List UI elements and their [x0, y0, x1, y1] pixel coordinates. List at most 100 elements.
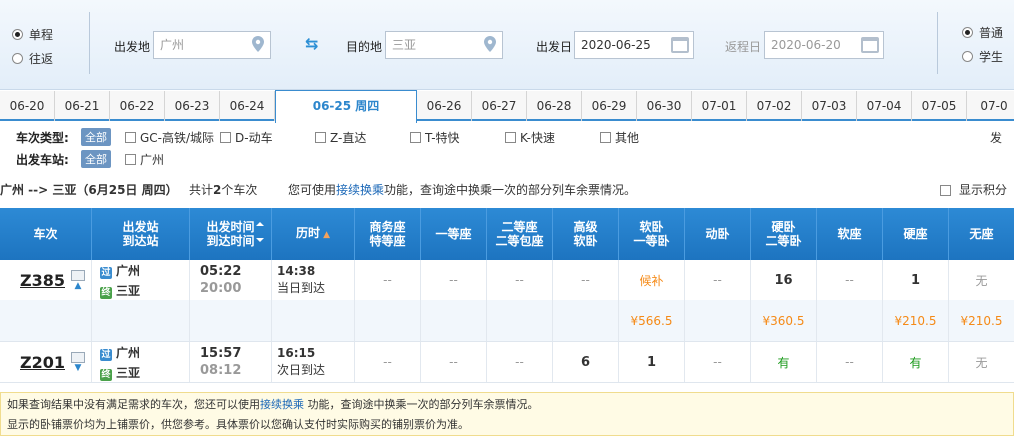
seat-price: ¥566.5 [630, 313, 673, 328]
date-tab[interactable]: 06-20 [0, 91, 55, 121]
price-cell [421, 300, 487, 341]
col-hardseat: 硬座 [883, 208, 949, 260]
seat-availability: -- [383, 273, 392, 287]
notice-line-2: 显示的卧铺票价均为上铺票价，供您参考。具体票价以您确认支付时实际购买的铺别票价为… [7, 418, 469, 431]
date-tab[interactable]: 06-25 周四 [275, 90, 417, 123]
train-type-filter[interactable]: T-特快 [410, 129, 460, 146]
trip-oneway-radio[interactable]: 单程 [12, 26, 53, 43]
seat-cell-first: -- [421, 260, 487, 300]
date-tab[interactable]: 07-0 [967, 91, 1014, 121]
radio-checked-icon [12, 29, 23, 40]
passenger-student-label: 学生 [979, 50, 1004, 64]
seat-cell-softsleep[interactable]: 1 [619, 342, 685, 382]
train-type-filter[interactable]: Z-直达 [315, 129, 366, 146]
seat-cell-softsleep[interactable]: 候补 [619, 260, 685, 300]
passenger-normal-label: 普通 [979, 26, 1004, 40]
col-business: 商务座 特等座 [355, 208, 421, 260]
duration-cell: 14:38 当日到达 [272, 260, 355, 300]
calendar-icon[interactable] [671, 37, 689, 53]
train-type-filter[interactable]: K-快速 [505, 129, 555, 146]
col-highsoft: 高级 软卧 [553, 208, 619, 260]
station-cell: 过广州终三亚 [92, 260, 190, 300]
seat-cell-noseat[interactable]: 无 [949, 342, 1014, 382]
passenger-normal-radio[interactable]: 普通 [962, 24, 1003, 41]
to-station: 终三亚 [100, 283, 141, 299]
train-detail-toggle[interactable]: ▼ [71, 351, 85, 373]
date-tab[interactable]: 06-30 [637, 91, 692, 121]
trip-round-radio[interactable]: 往返 [12, 50, 53, 67]
transfer-link[interactable]: 接续换乘 [260, 398, 304, 411]
date-tab[interactable]: 07-01 [692, 91, 747, 121]
from-station: 过广州 [100, 263, 141, 279]
seat-cell-hardsleep[interactable]: 有 [751, 342, 817, 382]
seat-price: ¥210.5 [894, 313, 937, 328]
show-points-toggle[interactable]: 显示积分 [940, 184, 1007, 196]
date-tab[interactable]: 06-22 [110, 91, 165, 121]
seat-availability: -- [449, 273, 458, 287]
trip-round-label: 往返 [29, 52, 54, 66]
col-softseat: 软座 [817, 208, 883, 260]
col-dongwo: 动卧 [685, 208, 751, 260]
seat-cell-highsoft[interactable]: 6 [553, 342, 619, 382]
date-tab[interactable]: 06-29 [582, 91, 637, 121]
table-header: 车次 出发站 到达站 出发时间 到达时间 历时 ▲ 商务座 特等座 一等座 二等座 二等… [0, 208, 1014, 260]
end-station-icon: 终 [100, 286, 112, 299]
train-number-link[interactable]: Z201 [20, 353, 65, 372]
transfer-hint: 您可使用接续换乘功能，查询途中换乘一次的部分列车余票情况。 [288, 183, 637, 197]
end-station-icon: 终 [100, 368, 112, 381]
seat-cell-hardsleep[interactable]: 16 [751, 260, 817, 300]
col-duration-sort[interactable]: 历时 ▲ [272, 208, 355, 260]
time-cell: 05:22 20:00 [190, 260, 272, 300]
date-tab[interactable]: 06-24 [220, 91, 275, 121]
seat-availability: 有 [777, 355, 790, 370]
train-type-filter[interactable]: D-动车 [220, 129, 273, 146]
seat-cell-noseat[interactable]: 无 [949, 260, 1014, 300]
seat-cell-hardseat[interactable]: 1 [883, 260, 949, 300]
transfer-link[interactable]: 接续换乘 [336, 183, 384, 197]
from-value: 广州 [160, 38, 185, 52]
result-summary: 广州 --> 三亚（6月25日 周四） 共计2个车次 您可使用接续换乘功能，查询… [0, 177, 1014, 203]
passenger-student-radio[interactable]: 学生 [962, 48, 1003, 65]
date-tab[interactable]: 06-26 [417, 91, 472, 121]
search-bar: 单程 往返 出发地 广州 ⇆ 目的地 三亚 出发日 2020-06-25 返程日… [0, 0, 1014, 90]
calendar-icon[interactable] [861, 37, 879, 53]
date-tab[interactable]: 06-21 [55, 91, 110, 121]
price-cell [272, 300, 355, 341]
train-type-filter-label: D-动车 [235, 131, 273, 145]
date-tab[interactable]: 07-05 [912, 91, 967, 121]
date-tab[interactable]: 06-23 [165, 91, 220, 121]
date-tab[interactable]: 07-02 [747, 91, 802, 121]
notice-line-1: 如果查询结果中没有满足需求的车次，您还可以使用接续换乘 功能，查询途中换乘一次的… [7, 398, 539, 411]
train-type-filter-label: GC-高铁/城际 [140, 131, 215, 145]
train-type-all-button[interactable]: 全部 [81, 128, 111, 146]
station-filter-guangzhou[interactable]: 广州 [125, 151, 164, 168]
location-pin-icon [484, 36, 496, 52]
swap-icon[interactable]: ⇆ [305, 34, 318, 53]
start-station-icon: 过 [100, 266, 112, 279]
checkbox-icon [125, 154, 136, 165]
train-number-link[interactable]: Z385 [20, 271, 65, 290]
seat-cell-hardseat[interactable]: 有 [883, 342, 949, 382]
price-cell: ¥360.5 [751, 300, 817, 341]
date-tab[interactable]: 06-27 [472, 91, 527, 121]
checkbox-icon [940, 184, 951, 196]
seat-cell-second: -- [487, 342, 553, 382]
sort-arrows-icon [256, 222, 264, 242]
seat-availability: 无 [975, 355, 988, 370]
station-all-button[interactable]: 全部 [81, 150, 111, 168]
train-type-filter[interactable]: 其他 [600, 129, 639, 146]
seat-availability: -- [449, 355, 458, 369]
date-tab[interactable]: 07-03 [802, 91, 857, 121]
depart-label: 出发日 [536, 40, 573, 54]
date-tab[interactable]: 07-04 [857, 91, 912, 121]
train-type-filter[interactable]: GC-高铁/城际 [125, 129, 214, 146]
col-train: 车次 [0, 208, 92, 260]
train-count: 共计2个车次 [189, 183, 258, 197]
col-hardsleep: 硬卧 二等卧 [751, 208, 817, 260]
train-detail-toggle[interactable]: ▲ [71, 269, 85, 291]
col-first: 一等座 [421, 208, 487, 260]
time-cell: 15:57 08:12 [190, 342, 272, 382]
price-cell [190, 300, 272, 341]
radio-unchecked-icon [12, 53, 23, 64]
date-tab[interactable]: 06-28 [527, 91, 582, 121]
